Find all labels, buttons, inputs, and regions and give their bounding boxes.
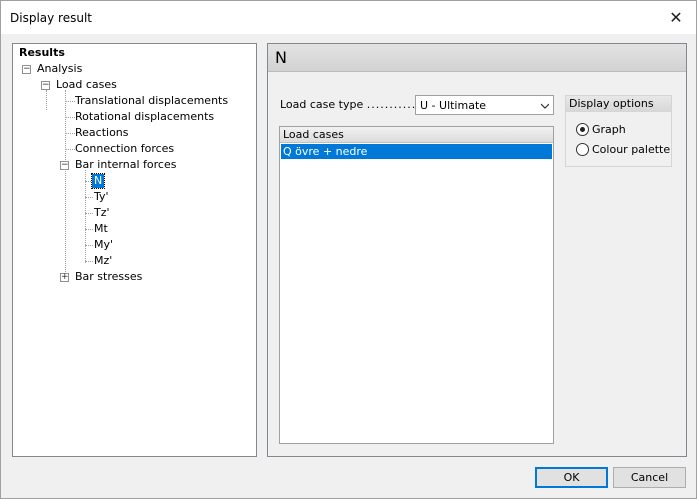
- result-header-title: N: [275, 48, 287, 67]
- chevron-down-icon: [541, 103, 549, 109]
- close-icon: ✕: [669, 8, 683, 27]
- tree-item-bar-stresses[interactable]: Bar stresses: [75, 270, 142, 284]
- tree-root-results[interactable]: Results: [19, 46, 65, 60]
- tree-item-mt[interactable]: Mt: [94, 222, 108, 236]
- load-case-item-label: Q övre + nedre: [283, 145, 368, 158]
- tree-line: [85, 170, 86, 263]
- load-cases-header-text: Load cases: [283, 128, 344, 141]
- load-case-type-dropdown[interactable]: U - Ultimate: [415, 95, 554, 115]
- graph-radio-label[interactable]: Graph: [592, 123, 626, 136]
- tree-line: [85, 229, 93, 230]
- load-case-type-label: Load case type ..............: [280, 98, 430, 111]
- tree-item-load-cases[interactable]: Load cases: [56, 78, 117, 92]
- close-button[interactable]: ✕: [656, 1, 696, 34]
- expand-icon[interactable]: +: [60, 273, 69, 282]
- load-cases-header: Load cases: [280, 127, 553, 143]
- load-case-type-value: U - Ultimate: [420, 99, 487, 112]
- tree-item-n-selected[interactable]: N: [90, 173, 106, 189]
- radio-unchecked-icon[interactable]: [576, 142, 589, 156]
- tree-item-ty[interactable]: Ty': [94, 190, 109, 204]
- load-cases-list[interactable]: Load cases Q övre + nedre: [279, 126, 554, 444]
- collapse-icon[interactable]: −: [22, 65, 31, 74]
- tree-item-translational-displacements[interactable]: Translational displacements: [75, 94, 228, 108]
- tree-line: [46, 90, 47, 110]
- tree-item-connection-forces[interactable]: Connection forces: [75, 142, 174, 156]
- tree-item-mz[interactable]: Mz': [94, 254, 112, 268]
- result-details-panel: N Load case type .............. U - Ulti…: [267, 43, 687, 457]
- window-title: Display result: [10, 11, 92, 25]
- result-header: N: [268, 44, 686, 72]
- tree-line: [65, 133, 75, 134]
- graph-radio-option[interactable]: Graph: [576, 122, 626, 136]
- tree-item-analysis[interactable]: Analysis: [37, 62, 82, 76]
- collapse-icon[interactable]: −: [41, 81, 50, 90]
- display-options-group: Display options Graph Colour palette: [565, 95, 672, 167]
- display-options-header-text: Display options: [569, 97, 654, 110]
- tree-line: [85, 261, 93, 262]
- tree-line: [85, 213, 93, 214]
- cancel-button[interactable]: Cancel: [613, 467, 686, 488]
- tree-line: [65, 117, 75, 118]
- dialog-window: Display result ✕ Results − Analysis − Lo…: [0, 0, 697, 499]
- colour-palette-radio-option[interactable]: Colour palette: [576, 142, 670, 156]
- display-options-header: Display options: [566, 96, 671, 112]
- load-case-type-text: Load case type: [280, 98, 364, 111]
- radio-checked-icon[interactable]: [576, 122, 589, 136]
- tree-line: [85, 245, 93, 246]
- tree-line: [85, 197, 93, 198]
- ok-button[interactable]: OK: [535, 467, 608, 488]
- tree-item-reactions[interactable]: Reactions: [75, 126, 129, 140]
- tree-item-tz[interactable]: Tz': [94, 206, 110, 220]
- tree-line: [65, 149, 75, 150]
- tree-item-rotational-displacements[interactable]: Rotational displacements: [75, 110, 214, 124]
- tree-line: [65, 90, 66, 280]
- colour-palette-radio-label[interactable]: Colour palette: [592, 143, 670, 156]
- tree-item-bar-internal-forces[interactable]: Bar internal forces: [75, 158, 176, 172]
- load-case-item-selected[interactable]: Q övre + nedre: [281, 144, 552, 159]
- results-tree[interactable]: Results − Analysis − Load cases Translat…: [12, 43, 257, 457]
- collapse-icon[interactable]: −: [60, 161, 69, 170]
- title-bar: Display result ✕: [1, 1, 696, 34]
- tree-item-my[interactable]: My': [94, 238, 113, 252]
- tree-line: [65, 101, 75, 102]
